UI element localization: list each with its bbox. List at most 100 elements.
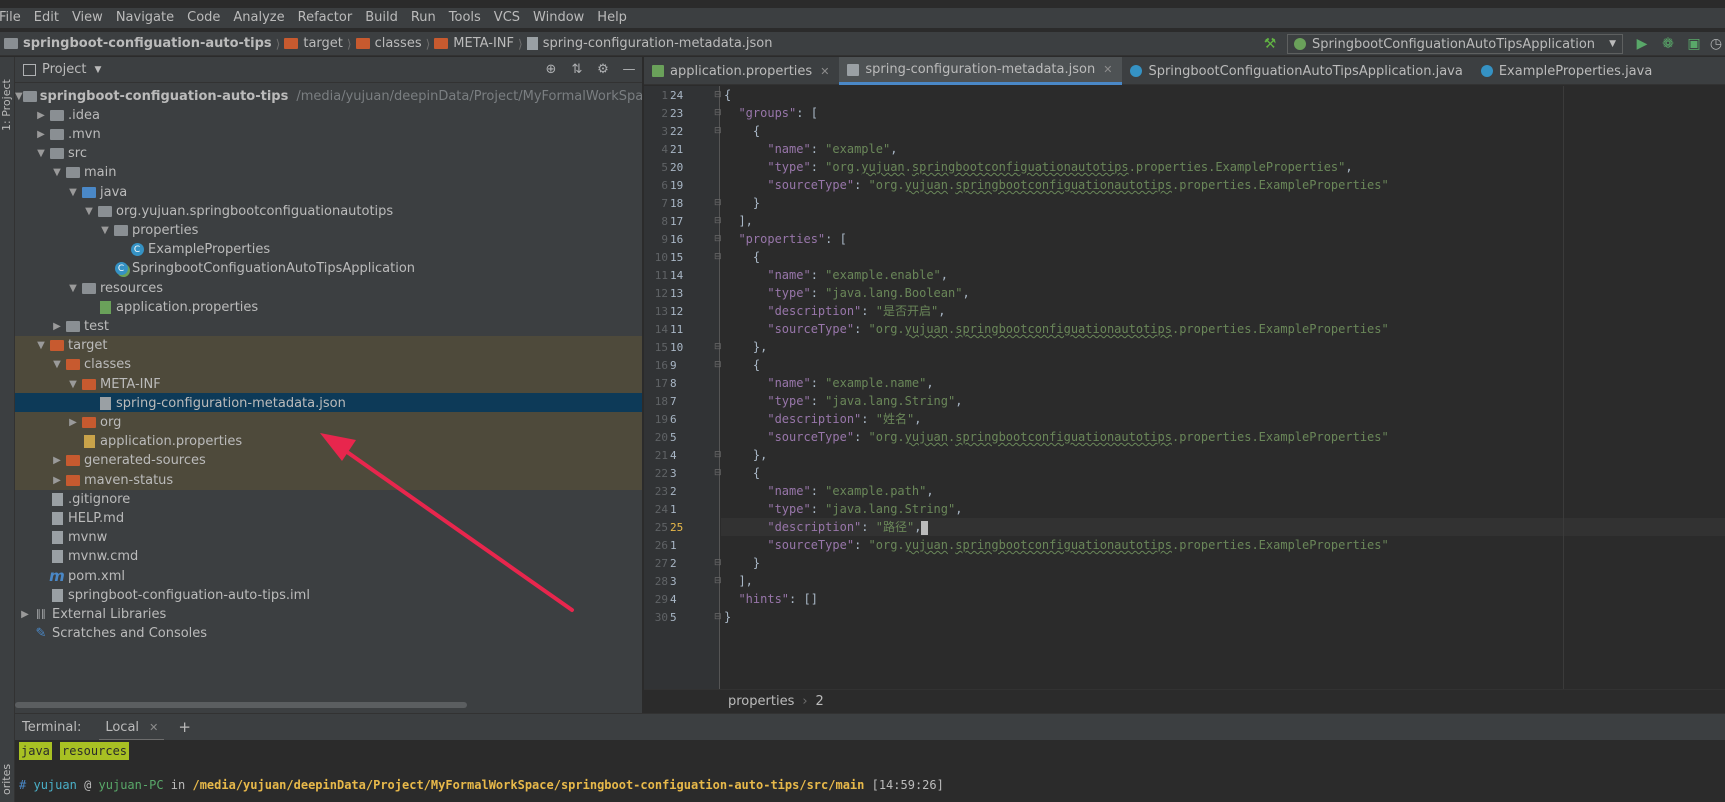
terminal-output[interactable]: java resources # yujuan @ yujuan-PC in /… bbox=[15, 740, 1725, 802]
close-icon[interactable]: ✕ bbox=[1103, 63, 1112, 76]
fold-marker-icon[interactable]: ⊟ bbox=[714, 108, 722, 118]
breadcrumb-index[interactable]: 2 bbox=[816, 694, 824, 709]
expand-arrow-icon[interactable]: ▼ bbox=[33, 340, 49, 351]
fold-marker-icon[interactable]: ⊟ bbox=[714, 450, 722, 460]
tree-node[interactable]: spring-configuration-metadata.json bbox=[15, 393, 642, 414]
tree-node[interactable]: mvnw bbox=[15, 528, 642, 548]
expand-arrow-icon[interactable]: ▼ bbox=[15, 91, 23, 102]
tree-node[interactable]: ▼ classes bbox=[15, 354, 642, 375]
tree-node[interactable]: ▶ test bbox=[15, 316, 642, 336]
collapse-arrow-icon[interactable]: ▶ bbox=[49, 475, 65, 486]
nav-crumb[interactable]: spring-configuration-metadata.json bbox=[526, 36, 773, 51]
tree-node[interactable]: ▼ org.yujuan.springbootconfiguationautoti… bbox=[15, 201, 642, 221]
chevron-down-icon[interactable]: ▼ bbox=[94, 65, 101, 75]
menu-item-navigate[interactable]: Navigate bbox=[110, 8, 181, 28]
menu-item-help[interactable]: Help bbox=[591, 8, 634, 28]
fold-marker-icon[interactable]: ⊟ bbox=[714, 234, 722, 244]
fold-marker-icon[interactable]: ⊟ bbox=[714, 468, 722, 478]
expand-arrow-icon[interactable]: ▼ bbox=[97, 225, 113, 236]
favorites-tool-tab[interactable]: orites bbox=[0, 757, 15, 802]
horizontal-scrollbar[interactable] bbox=[15, 702, 467, 708]
expand-arrow-icon[interactable]: ▼ bbox=[65, 187, 81, 198]
expand-arrow-icon[interactable]: ▼ bbox=[65, 283, 81, 294]
fold-marker-icon[interactable]: ⊟ bbox=[714, 126, 722, 136]
locate-icon[interactable]: ⊕ bbox=[538, 62, 564, 77]
fold-marker-icon[interactable]: ⊟ bbox=[714, 558, 722, 568]
expand-arrow-icon[interactable]: ▼ bbox=[81, 206, 97, 217]
tree-node[interactable]: ▶ generated-sources bbox=[15, 450, 642, 471]
nav-crumb[interactable]: classes ⟩ bbox=[355, 36, 435, 51]
profile-icon[interactable]: ◷ bbox=[1708, 36, 1724, 52]
tree-node[interactable]: ▼ properties bbox=[15, 220, 642, 240]
minimize-icon[interactable]: — bbox=[616, 62, 642, 77]
tree-node[interactable]: ▼ META-INF bbox=[15, 374, 642, 394]
nav-crumb[interactable]: META-INF ⟩ bbox=[434, 36, 526, 51]
menu-item-file[interactable]: File bbox=[0, 8, 28, 28]
project-tool-tab[interactable]: 1: Project bbox=[0, 65, 15, 145]
fold-marker-icon[interactable]: ⊟ bbox=[714, 252, 722, 262]
collapse-arrow-icon[interactable]: ▶ bbox=[33, 110, 49, 121]
add-terminal-icon[interactable]: + bbox=[178, 718, 191, 736]
run-configuration-select[interactable]: SpringbootConfiguationAutoTipsApplicatio… bbox=[1287, 34, 1623, 54]
debug-icon[interactable]: ❁ bbox=[1660, 36, 1676, 52]
tree-node[interactable]: springboot-configuation-auto-tips.iml bbox=[15, 585, 642, 605]
nav-crumb[interactable]: springboot-configuation-auto-tips ⟩ bbox=[4, 36, 284, 51]
project-view-title[interactable]: Project bbox=[42, 62, 86, 77]
tree-node[interactable]: ▼ main bbox=[15, 163, 642, 183]
menu-item-view[interactable]: View bbox=[66, 8, 110, 28]
editor-tab[interactable]: application.properties ✕ bbox=[644, 57, 839, 85]
collapse-arrow-icon[interactable]: ▶ bbox=[49, 321, 65, 332]
tree-node[interactable]: ▼ src bbox=[15, 144, 642, 164]
close-icon[interactable]: ✕ bbox=[820, 65, 829, 78]
tree-node[interactable]: HELP.md bbox=[15, 508, 642, 528]
build-hammer-icon[interactable]: ⚒ bbox=[1262, 36, 1278, 52]
expand-arrow-icon[interactable]: ▼ bbox=[49, 359, 65, 370]
editor-tab[interactable]: SpringbootConfiguationAutoTipsApplicatio… bbox=[1122, 57, 1472, 85]
editor-tab[interactable]: ExampleProperties.java bbox=[1473, 57, 1662, 85]
expand-arrow-icon[interactable]: ▼ bbox=[33, 148, 49, 159]
menu-item-window[interactable]: Window bbox=[527, 8, 591, 28]
gear-icon[interactable]: ⚙ bbox=[590, 62, 616, 77]
collapse-all-icon[interactable]: ⇅ bbox=[564, 62, 590, 77]
menu-item-run[interactable]: Run bbox=[405, 8, 443, 28]
tree-node[interactable]: application.properties bbox=[15, 431, 642, 452]
collapse-arrow-icon[interactable]: ▶ bbox=[49, 455, 65, 466]
tree-node[interactable]: ▶ org bbox=[15, 412, 642, 433]
expand-arrow-icon[interactable]: ▼ bbox=[65, 379, 81, 390]
run-icon[interactable]: ▶ bbox=[1634, 36, 1650, 52]
editor-tab[interactable]: spring-configuration-metadata.json ✕ bbox=[839, 57, 1123, 85]
tree-node[interactable]: ▼ resources bbox=[15, 278, 642, 298]
tree-node[interactable]: .gitignore bbox=[15, 489, 642, 509]
tree-node[interactable]: ▶ maven-status bbox=[15, 470, 642, 490]
tree-node[interactable]: C ExampleProperties bbox=[15, 240, 642, 260]
tree-node[interactable]: ▶ ∥∥ External Libraries bbox=[15, 604, 642, 624]
menu-item-vcs[interactable]: VCS bbox=[488, 8, 527, 28]
fold-marker-icon[interactable]: ⊟ bbox=[714, 342, 722, 352]
fold-marker-icon[interactable]: ⊟ bbox=[714, 612, 722, 622]
menu-item-code[interactable]: Code bbox=[181, 8, 227, 28]
tree-node[interactable]: ▼ springboot-configuation-auto-tips/media… bbox=[15, 86, 642, 106]
fold-marker-icon[interactable]: ⊟ bbox=[714, 198, 722, 208]
tree-node[interactable]: ▶ .idea bbox=[15, 105, 642, 125]
fold-marker-icon[interactable]: ⊟ bbox=[714, 216, 722, 226]
tree-node[interactable]: ▼ java bbox=[15, 182, 642, 202]
collapse-arrow-icon[interactable]: ▶ bbox=[17, 609, 33, 620]
breadcrumb-properties[interactable]: properties bbox=[728, 694, 794, 709]
close-icon[interactable]: ✕ bbox=[149, 721, 158, 734]
tree-node[interactable]: application.properties bbox=[15, 297, 642, 317]
tree-node[interactable]: mvnw.cmd bbox=[15, 547, 642, 567]
menu-item-analyze[interactable]: Analyze bbox=[227, 8, 291, 28]
run-with-coverage-icon[interactable]: ▣ bbox=[1686, 36, 1702, 52]
expand-arrow-icon[interactable]: ▼ bbox=[49, 167, 65, 178]
menu-item-refactor[interactable]: Refactor bbox=[292, 8, 360, 28]
fold-marker-icon[interactable]: ⊟ bbox=[714, 360, 722, 370]
tree-node[interactable]: ▼ target bbox=[15, 335, 642, 356]
menu-item-tools[interactable]: Tools bbox=[443, 8, 488, 28]
nav-crumb[interactable]: target ⟩ bbox=[284, 36, 355, 51]
tree-node[interactable]: ▶ .mvn bbox=[15, 124, 642, 144]
menu-item-build[interactable]: Build bbox=[359, 8, 405, 28]
tree-node[interactable]: C SpringbootConfiguationAutoTipsApplicati… bbox=[15, 259, 642, 279]
fold-marker-icon[interactable]: ⊟ bbox=[714, 576, 722, 586]
collapse-arrow-icon[interactable]: ▶ bbox=[33, 129, 49, 140]
tree-node[interactable]: m pom.xml bbox=[15, 566, 642, 586]
